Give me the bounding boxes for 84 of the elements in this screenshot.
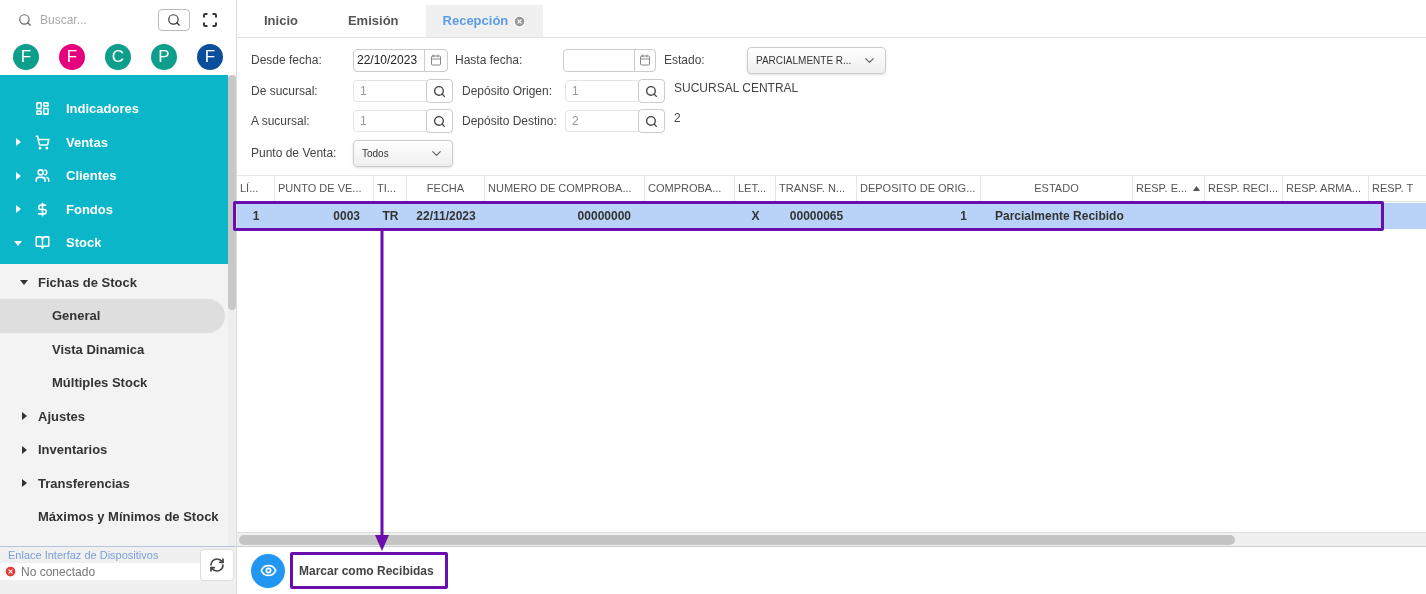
deposit-description: 2 xyxy=(674,110,681,127)
table-cell-text: 1 xyxy=(252,208,260,225)
lookup-field[interactable]: 1 xyxy=(353,80,427,102)
column-header[interactable]: TRANSF. N... xyxy=(776,176,857,201)
column-header[interactable]: NUMERO DE COMPROBA... xyxy=(485,176,645,201)
table-cell-text: X xyxy=(751,208,760,225)
submenu-item[interactable]: Máximos y Mínimos de Stock xyxy=(0,500,228,534)
submenu-item[interactable]: Múltiples Stock xyxy=(0,366,225,400)
lookup-field[interactable]: 2 xyxy=(565,110,639,132)
date-field[interactable]: 22/10/2023 xyxy=(353,48,425,72)
field-label: A sucursal: xyxy=(251,113,311,130)
table-cell-text: Parcialmente Recibido xyxy=(995,208,1124,225)
scrollbar-thumb[interactable] xyxy=(228,75,236,310)
submenu-item[interactable]: General xyxy=(0,299,225,333)
connection-status: No conectado xyxy=(21,563,96,581)
table-row[interactable]: 1 0003 TR 22/11/2023 00000000 X 00000065 1 Parcialmente Recibido xyxy=(237,203,1426,229)
search-button[interactable] xyxy=(638,79,665,103)
field-label: Estado: xyxy=(664,52,706,69)
book-icon xyxy=(34,235,50,251)
column-header[interactable]: ESTADO xyxy=(981,176,1133,201)
close-icon[interactable] xyxy=(513,14,527,28)
column-header[interactable]: RESP. ARMA... xyxy=(1283,176,1369,201)
search-icon xyxy=(433,84,446,98)
submenu-item[interactable]: Vista Dinamica xyxy=(0,332,225,366)
eye-icon xyxy=(259,562,277,579)
dropdown[interactable]: PARCIALMENTE R... xyxy=(747,46,886,74)
column-header[interactable]: RESP. RECI... xyxy=(1205,176,1283,201)
field-label: Punto de Venta: xyxy=(251,145,338,162)
device-link-title: Enlace Interfaz de Dispositivos xyxy=(7,548,160,563)
column-header[interactable]: FECHA xyxy=(407,176,485,201)
search-icon xyxy=(645,84,658,98)
column-header[interactable]: LÍ... xyxy=(237,176,275,201)
search-icon xyxy=(167,13,181,27)
table-cell-text: 0003 xyxy=(333,208,360,225)
column-header[interactable]: COMPROBA... xyxy=(645,176,735,201)
lookup-field[interactable]: 1 xyxy=(565,80,639,102)
deposit-description: SUCURSAL CENTRAL xyxy=(674,80,799,97)
column-header[interactable]: RESP. E... xyxy=(1133,176,1205,201)
dropdown[interactable]: Todos xyxy=(353,139,453,167)
view-button[interactable] xyxy=(251,553,285,588)
field-label: De sucursal: xyxy=(251,83,319,100)
search-button[interactable] xyxy=(638,109,665,133)
column-header[interactable]: PUNTO DE VE... xyxy=(275,176,374,201)
calendar-button[interactable] xyxy=(424,48,448,72)
table-cell-text: TR xyxy=(382,208,399,225)
submenu-item[interactable]: Fichas de Stock xyxy=(0,265,228,299)
calendar-icon xyxy=(639,54,651,66)
field-label: Depósito Destino: xyxy=(462,113,558,130)
calendar-icon xyxy=(430,54,442,66)
column-header[interactable]: TI... xyxy=(374,176,407,201)
field-label: Hasta fecha: xyxy=(455,52,524,69)
lookup-field[interactable]: 1 xyxy=(353,110,427,132)
submenu-item[interactable]: Transferencias xyxy=(0,466,228,500)
search-icon xyxy=(433,114,446,128)
search-icon xyxy=(645,114,658,128)
search-icon xyxy=(18,13,32,27)
table-cell-text: 1 xyxy=(960,208,967,225)
refresh-button[interactable] xyxy=(200,549,234,581)
field-label: Desde fecha: xyxy=(251,52,323,69)
submenu-item[interactable]: Ajustes xyxy=(0,399,228,433)
column-header[interactable]: DEPOSITO DE ORIG... xyxy=(857,176,981,201)
table-cell-text: 00000065 xyxy=(789,208,844,225)
search-button[interactable] xyxy=(158,9,190,31)
fullscreen-icon[interactable] xyxy=(202,12,218,28)
dashboard-icon xyxy=(34,101,50,117)
scrollbar-thumb[interactable] xyxy=(239,534,1235,545)
shortcut-avatar[interactable]: F xyxy=(197,43,223,70)
table-cell-text: 00000000 xyxy=(577,208,631,225)
calendar-button[interactable] xyxy=(634,48,656,72)
shortcut-avatar[interactable]: F xyxy=(59,43,85,70)
submenu-item[interactable]: Inventarios xyxy=(0,433,228,467)
date-field[interactable] xyxy=(563,48,635,72)
tab[interactable]: Inicio xyxy=(247,5,315,37)
refresh-icon xyxy=(209,557,225,573)
column-header[interactable]: LET... xyxy=(735,176,776,201)
search-field[interactable]: Buscar... xyxy=(40,11,140,29)
people-icon xyxy=(34,168,50,184)
field-label: Depósito Origen: xyxy=(462,83,554,100)
search-button[interactable] xyxy=(426,109,453,133)
column-header[interactable]: RESP. T xyxy=(1369,176,1426,201)
search-button[interactable] xyxy=(426,79,453,103)
tab[interactable]: Emisión xyxy=(330,5,416,37)
cart-icon xyxy=(34,134,50,150)
table-cell-text: 22/11/2023 xyxy=(416,208,476,225)
